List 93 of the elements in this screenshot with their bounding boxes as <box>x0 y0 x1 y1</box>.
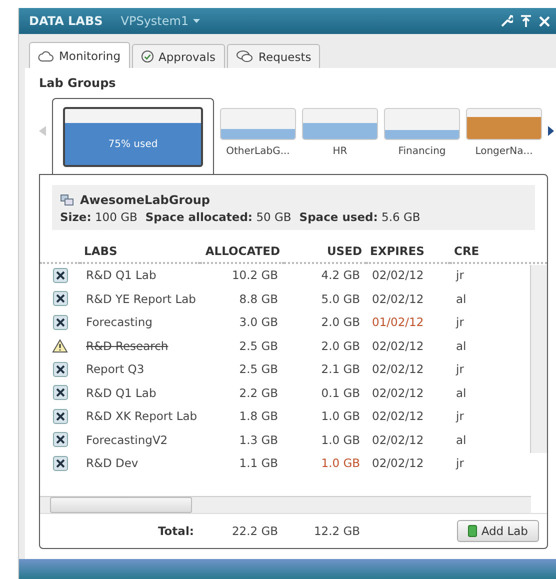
lab-name-cell-text: ForecastingV2 <box>85 432 169 449</box>
lab-name-cell-text: R&D Research <box>85 338 170 355</box>
creator-cell-text: al <box>455 432 468 449</box>
used-cell-text: 5.0 GB <box>320 290 361 308</box>
delete-icon[interactable] <box>52 362 68 377</box>
creator-cell-text: al <box>455 384 468 402</box>
creator-cell-text: al <box>455 290 468 308</box>
used-cell-text: 1.0 GB <box>320 432 361 449</box>
used-cell-text: 2.1 GB <box>320 361 361 378</box>
delete-icon[interactable] <box>52 456 68 471</box>
group-name: HR <box>332 146 348 157</box>
usage-label: 75% used <box>108 138 158 150</box>
delete-icon[interactable] <box>52 385 68 400</box>
expires-cell-text: 02/02/12 <box>371 455 425 472</box>
delete-icon[interactable] <box>52 432 68 448</box>
allocated-cell-text: 2.5 GB <box>238 361 279 378</box>
group-stat: Space used: 5.6 GB <box>299 210 420 224</box>
pin-icon[interactable] <box>521 15 531 27</box>
allocated-cell-text: 2.5 GB <box>238 338 279 355</box>
allocated-cell-text: 1.8 GB <box>238 408 279 426</box>
used-cell-text: 2.0 GB <box>320 314 361 332</box>
column-header: CRE <box>450 240 547 264</box>
allocated-cell-text: 10.2 GB <box>230 267 279 284</box>
add-icon <box>468 525 478 537</box>
used-cell-text: 2.0 GB <box>320 338 361 355</box>
total-label: Total: <box>156 524 195 538</box>
group-name: LongerNa... <box>475 146 533 157</box>
expires-cell-text: 02/02/12 <box>371 384 425 402</box>
group-name: OtherLabG... <box>226 146 290 157</box>
allocated-cell-text: 1.3 GB <box>238 432 279 449</box>
used-cell-text: 1.0 GB <box>320 408 361 426</box>
add-lab-button[interactable]: Add Lab <box>457 520 539 542</box>
allocated-cell-text: 1.1 GB <box>238 455 279 472</box>
creator-cell-text: jr <box>454 361 465 378</box>
creator-cell-text: jr <box>454 314 465 332</box>
lab-name-cell-text: R&D Q1 Lab <box>85 267 158 284</box>
tab[interactable]: Monitoring <box>29 42 130 68</box>
allocated-cell-text: 3.0 GB <box>238 314 279 332</box>
group-stat: Space allocated: 50 GB <box>145 210 292 224</box>
lab-name-cell-text: R&D Q1 Lab <box>85 384 158 402</box>
tab[interactable]: Approvals <box>132 44 225 68</box>
vertical-scrollbar[interactable] <box>530 265 547 453</box>
allocated-cell-text: 2.2 GB <box>238 384 279 402</box>
cloud-icon <box>38 50 54 62</box>
horizontal-scrollbar[interactable] <box>40 496 531 513</box>
allocated-cell-text: 8.8 GB <box>238 290 279 308</box>
used-cell-text: 4.2 GB <box>320 267 361 284</box>
group-stat: Size: 100 GB <box>60 210 138 224</box>
group-icon <box>60 194 74 206</box>
creator-cell-text: jr <box>454 408 465 426</box>
lab-name-cell-text: Report Q3 <box>85 361 146 378</box>
tab[interactable]: Requests <box>226 44 320 68</box>
close-icon[interactable] <box>539 16 550 26</box>
speech-bubbles-icon <box>236 50 254 63</box>
column-header: USED <box>284 240 366 264</box>
expires-cell-text: 02/02/12 <box>371 432 425 449</box>
delete-icon[interactable] <box>52 291 68 306</box>
section-heading: Lab Groups <box>39 76 117 90</box>
expires-cell-text: 02/02/12 <box>371 408 425 426</box>
scroll-right-icon[interactable] <box>548 126 554 136</box>
expires-cell-text: 02/02/12 <box>371 267 425 284</box>
total-allocated: 22.2 GB <box>230 524 279 538</box>
group-thumbnail[interactable] <box>384 108 460 140</box>
column-header: ALLOCATED <box>200 240 284 264</box>
used-cell-text: 0.1 GB <box>320 384 361 402</box>
total-used: 12.2 GB <box>312 524 361 538</box>
lab-name-cell-text: R&D YE Report Lab <box>85 290 197 308</box>
window-title: DATA LABS <box>29 14 103 28</box>
selected-group-tab[interactable]: 75% used <box>52 98 214 174</box>
column-header: EXPIRES <box>366 240 450 264</box>
wrench-icon[interactable] <box>501 15 513 27</box>
delete-icon[interactable] <box>52 314 68 330</box>
used-cell-text: 1.0 GB <box>320 455 361 472</box>
group-name-title: AwesomeLabGroup <box>80 193 210 207</box>
expires-cell-text: 02/02/12 <box>371 338 425 355</box>
column-header: LABS <box>80 240 200 264</box>
creator-cell-text: al <box>455 338 468 355</box>
creator-cell-text: jr <box>454 267 465 284</box>
group-thumbnail[interactable] <box>466 108 542 140</box>
expires-cell-text: 01/02/12 <box>371 314 425 332</box>
creator-cell-text: jr <box>454 455 465 472</box>
expires-cell-text: 02/02/12 <box>371 290 425 308</box>
delete-icon[interactable] <box>52 268 68 283</box>
lab-name-cell-text: R&D XK Report Lab <box>85 408 198 426</box>
lab-name-cell-text: Forecasting <box>85 314 154 332</box>
expires-cell-text: 02/02/12 <box>371 361 425 378</box>
lab-name-cell-text: R&D Dev <box>85 455 140 472</box>
delete-icon[interactable] <box>52 408 68 424</box>
caret-icon <box>192 19 200 23</box>
group-name: Financing <box>398 146 446 157</box>
group-thumbnail[interactable] <box>220 108 296 140</box>
check-circle-icon <box>140 50 154 63</box>
group-thumbnail[interactable] <box>302 108 378 140</box>
